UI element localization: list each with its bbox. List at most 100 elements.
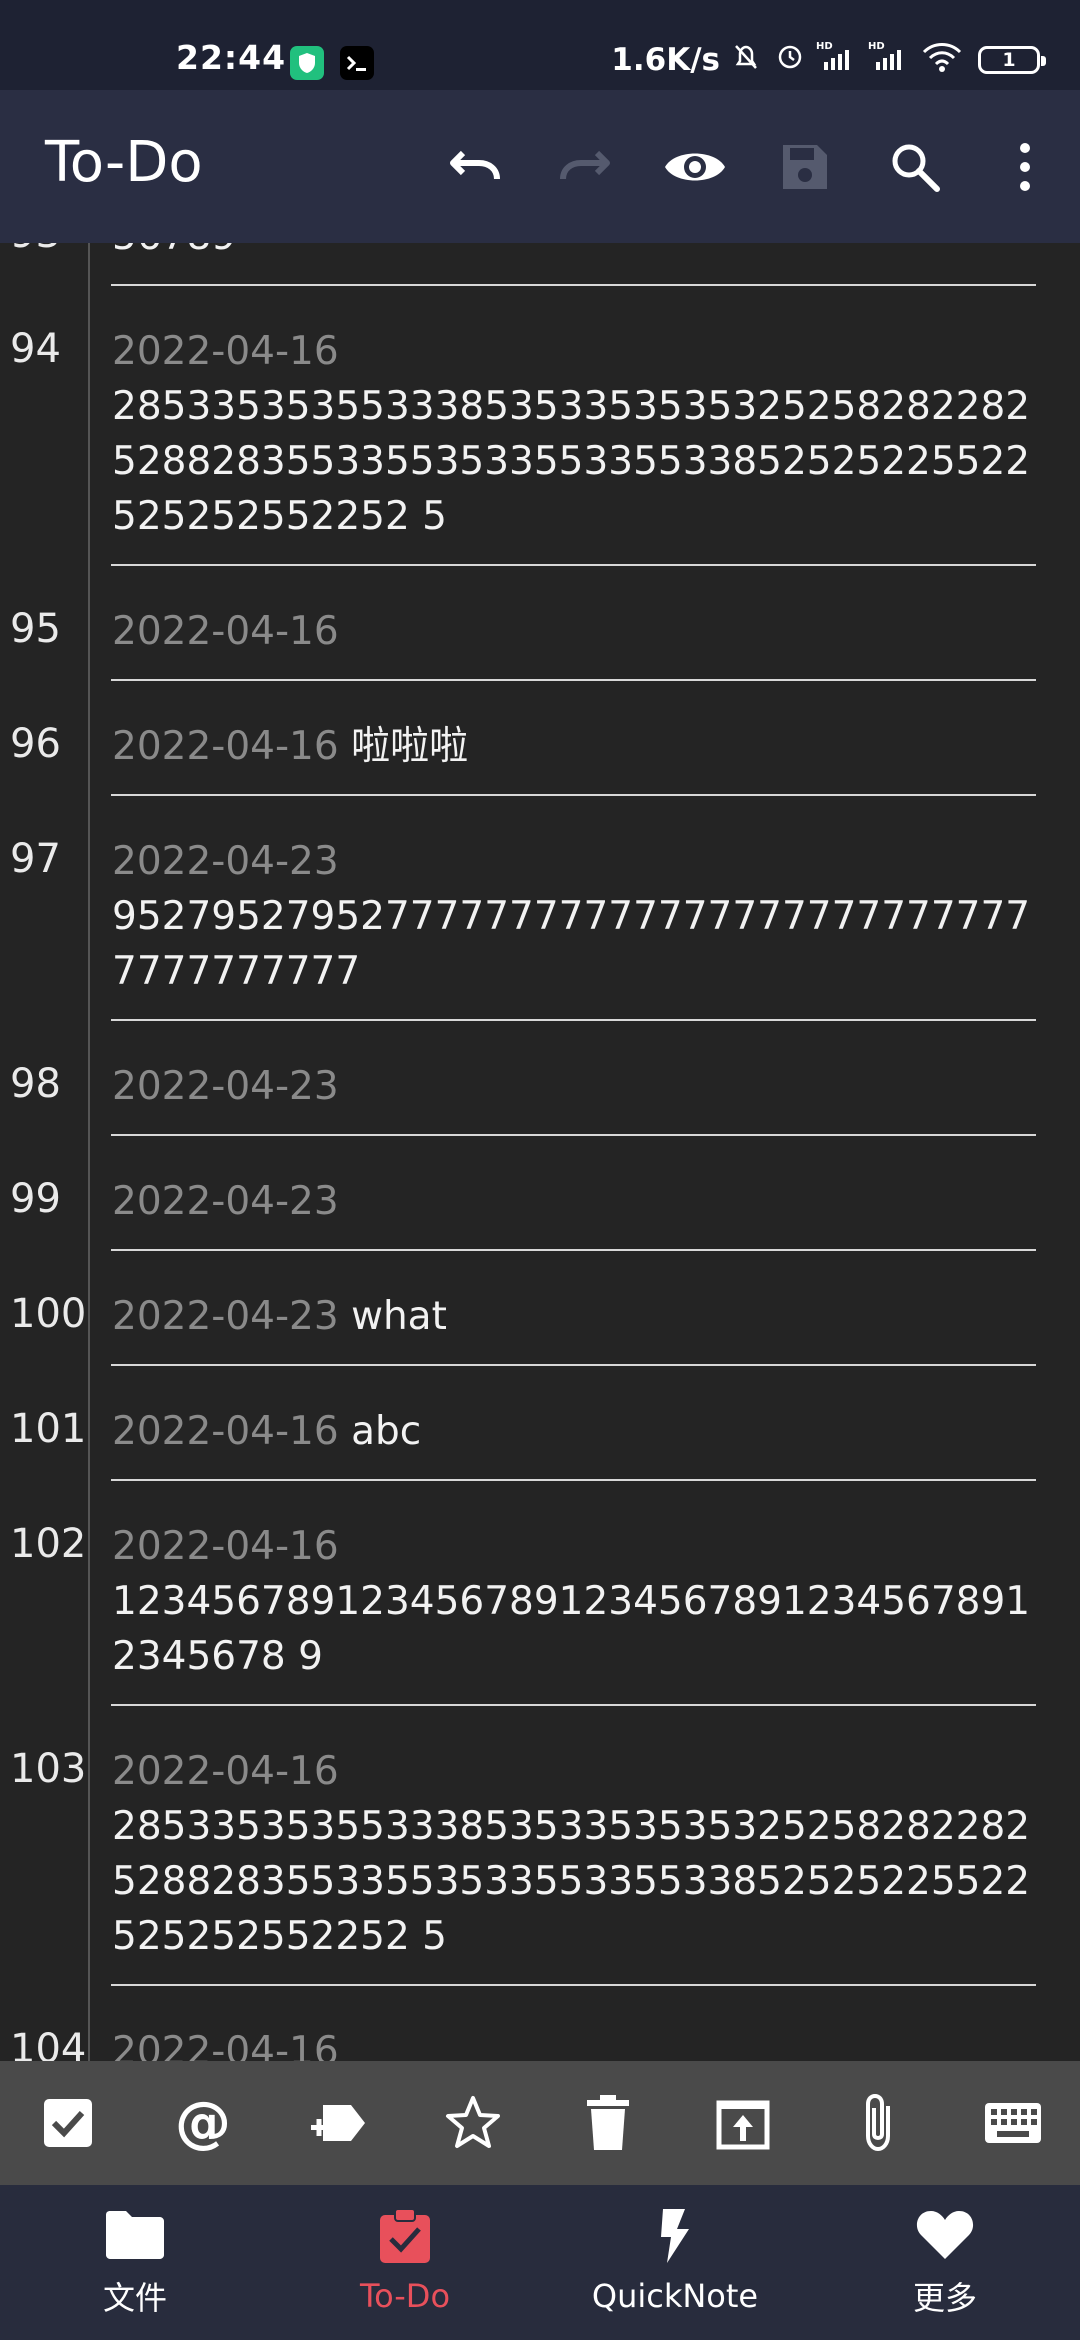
star-icon[interactable] — [428, 2078, 518, 2168]
add-tag-icon[interactable] — [293, 2078, 383, 2168]
line-number: 100 — [10, 1291, 87, 1337]
todo-row[interactable]: 103 2022-04-16 285335353553338535335353532… — [0, 1706, 1080, 1984]
bell-off-icon — [728, 38, 764, 82]
nav-files[interactable]: 文件 — [0, 2185, 270, 2340]
signal-hd-icon-1: HD — [816, 38, 860, 82]
battery-icon: 1 — [978, 46, 1046, 74]
attachment-icon[interactable] — [833, 2078, 923, 2168]
nav-quicknote[interactable]: QuickNote — [540, 2185, 810, 2340]
line-number: 103 — [10, 1746, 87, 1792]
undo-icon[interactable] — [420, 112, 530, 222]
share-open-icon[interactable] — [698, 2078, 788, 2168]
status-indicators: 1.6K/s HD HD 1 — [611, 38, 1046, 82]
todo-row[interactable]: 102 2022-04-16 123456789123456789123456789… — [0, 1481, 1080, 1704]
checkbox-icon[interactable] — [23, 2078, 113, 2168]
todo-text[interactable]: 2022-04-16 — [112, 566, 1038, 659]
status-time: 22:44 — [176, 38, 287, 77]
todo-row[interactable]: 95 2022-04-16 — [0, 566, 1080, 679]
heart-icon — [916, 2211, 974, 2259]
todo-text[interactable]: 2022-04-23 what — [112, 1251, 1038, 1344]
app-bar-actions — [420, 90, 1080, 243]
todo-content: what — [351, 1294, 447, 1339]
shield-app-icon — [290, 46, 324, 80]
todo-date: 2022-04-16 — [112, 2029, 339, 2061]
nav-label-todo: To-Do — [359, 2277, 451, 2315]
redo-icon[interactable] — [530, 112, 640, 222]
line-number: 99 — [10, 1176, 61, 1222]
todo-date: 2022-04-16 — [112, 329, 339, 374]
todo-date: 2022-04-16 — [112, 724, 339, 769]
keyboard-icon[interactable] — [968, 2078, 1058, 2168]
todo-date: 2022-04-16 — [112, 1409, 339, 1454]
todo-text[interactable]: 2022-04-16 啦啦啦 — [112, 681, 1038, 774]
line-number: 96 — [10, 721, 61, 767]
folder-icon — [106, 2211, 164, 2259]
more-vert-icon[interactable] — [970, 112, 1080, 222]
wifi-icon — [920, 38, 964, 82]
todo-content: 9527952795277777777777777777777777777777… — [112, 894, 1031, 994]
todo-content: 2853353535533385353353535325258282282528… — [112, 384, 1031, 539]
todo-row[interactable]: 94 2022-04-16 2853353535533385353353535325… — [0, 286, 1080, 564]
nav-todo[interactable]: To-Do — [270, 2185, 540, 2340]
line-number: 104 — [10, 2026, 87, 2061]
todo-content: 啦啦啦 — [351, 724, 469, 769]
search-icon[interactable] — [860, 112, 970, 222]
line-number: 101 — [10, 1406, 87, 1452]
preview-eye-icon[interactable] — [640, 112, 750, 222]
clipboard-check-icon — [380, 2208, 430, 2263]
todo-date: 2022-04-16 — [112, 1524, 339, 1569]
todo-text[interactable]: 2022-04-16 285335353553338535335353532525… — [112, 1706, 1038, 1964]
svg-text:@: @ — [175, 2093, 231, 2153]
todo-content: abc — [351, 1409, 422, 1454]
todo-date: 2022-04-16 — [112, 609, 339, 654]
line-number: 102 — [10, 1521, 87, 1567]
todo-date: 2022-04-23 — [112, 839, 339, 884]
svg-text:HD: HD — [816, 41, 833, 52]
mention-at-icon[interactable]: @ — [158, 2078, 248, 2168]
todo-text[interactable]: 2022-04-16 — [112, 1986, 1038, 2061]
save-icon[interactable] — [750, 112, 860, 222]
todo-content: 2853353535533385353353535325258282282528… — [112, 1804, 1031, 1959]
todo-text[interactable]: 2022-04-23 — [112, 1021, 1038, 1114]
todo-date: 2022-04-23 — [112, 1294, 339, 1339]
line-number: 94 — [10, 326, 61, 372]
todo-row[interactable]: 101 2022-04-16 abc — [0, 1366, 1080, 1479]
todo-text[interactable]: 2022-04-23 952795279527777777777777777777… — [112, 796, 1038, 999]
alarm-icon — [772, 38, 808, 82]
todo-list: 93 56789 94 2022-04-16 28533535355333853533… — [0, 243, 1080, 2061]
line-number: 98 — [10, 1061, 61, 1107]
signal-hd-icon-2: HD — [868, 38, 912, 82]
todo-text[interactable]: 2022-04-23 — [112, 1136, 1038, 1229]
status-bar: 22:44 1.6K/s HD HD 1 — [0, 0, 1080, 90]
delete-icon[interactable] — [563, 2078, 653, 2168]
line-number: 93 — [10, 243, 61, 257]
todo-date: 2022-04-16 — [112, 1749, 339, 1794]
nav-label-more: 更多 — [912, 2279, 977, 2317]
todo-row[interactable]: 96 2022-04-16 啦啦啦 — [0, 681, 1080, 794]
todo-text[interactable]: 56789 — [112, 243, 1038, 264]
todo-row[interactable]: 97 2022-04-23 9527952795277777777777777777… — [0, 796, 1080, 1019]
terminal-app-icon — [340, 46, 374, 80]
todo-text[interactable]: 2022-04-16 285335353553338535335353532525… — [112, 286, 1038, 544]
bottom-navigation: 文件 To-Do QuickNote 更多 — [0, 2185, 1080, 2340]
todo-content: 1234567891234567891234567891234567891234… — [112, 1579, 1031, 1679]
todo-text[interactable]: 2022-04-16 123456789123456789123456789123… — [112, 1481, 1038, 1684]
editor-toolbar: @ — [0, 2061, 1080, 2185]
nav-label-files: 文件 — [102, 2279, 167, 2317]
network-speed: 1.6K/s — [611, 42, 720, 78]
todo-date: 2022-04-23 — [112, 1179, 339, 1224]
todo-row[interactable]: 104 2022-04-16 — [0, 1986, 1080, 2061]
todo-row[interactable]: 100 2022-04-23 what — [0, 1251, 1080, 1364]
todo-row[interactable]: 98 2022-04-23 — [0, 1021, 1080, 1134]
line-number: 95 — [10, 606, 61, 652]
nav-label-quicknote: QuickNote — [591, 2277, 759, 2315]
todo-editor[interactable]: 93 56789 94 2022-04-16 28533535355333853533… — [0, 243, 1080, 2061]
flash-icon — [661, 2209, 689, 2263]
svg-text:HD: HD — [868, 41, 885, 52]
todo-row[interactable]: 99 2022-04-23 — [0, 1136, 1080, 1249]
todo-date: 2022-04-23 — [112, 1064, 339, 1109]
app-bar: To-Do — [0, 90, 1080, 243]
todo-row[interactable]: 93 56789 — [0, 243, 1080, 284]
nav-more[interactable]: 更多 — [810, 2185, 1080, 2340]
todo-text[interactable]: 2022-04-16 abc — [112, 1366, 1038, 1459]
